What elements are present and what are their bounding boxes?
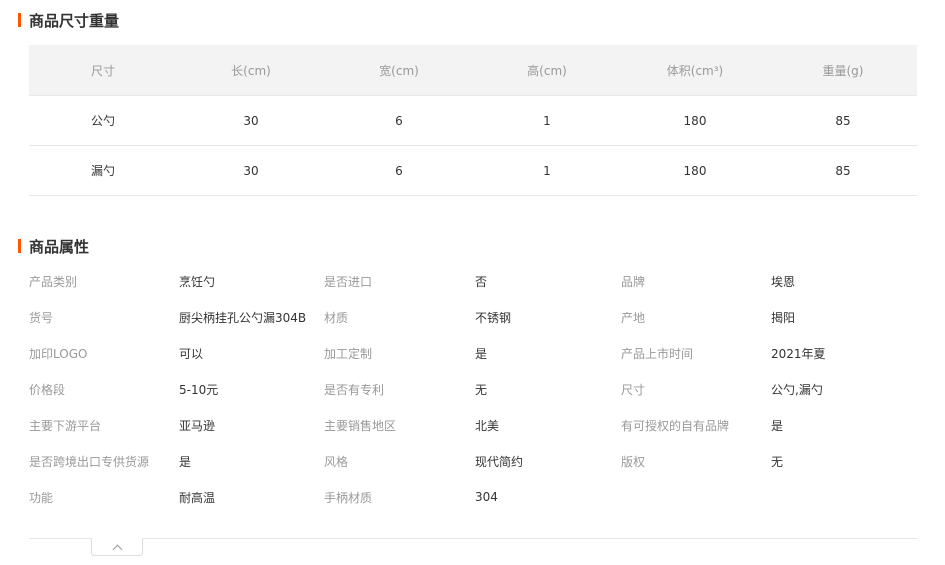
section-accent-bar xyxy=(18,13,21,27)
table-cell: 30 xyxy=(177,95,325,146)
attribute-value: 2021年夏 xyxy=(771,346,826,361)
attribute-value: 揭阳 xyxy=(771,310,796,325)
size-weight-table: 尺寸 长(cm) 宽(cm) 高(cm) 体积(cm³) 重量(g) 公勺 30… xyxy=(29,45,917,196)
table-cell: 30 xyxy=(177,145,325,196)
attribute-label: 货号 xyxy=(29,310,54,325)
attribute-value: 可以 xyxy=(179,346,204,361)
chevron-up-icon xyxy=(112,544,122,554)
table-cell: 漏勺 xyxy=(29,145,177,196)
attribute-label: 主要销售地区 xyxy=(324,418,397,433)
attribute-label: 产品类别 xyxy=(29,274,78,289)
attribute-label: 产地 xyxy=(621,310,646,325)
attribute-label: 产品上市时间 xyxy=(621,346,694,361)
attribute-value: 亚马逊 xyxy=(179,418,216,433)
header-length: 长(cm) xyxy=(177,45,325,96)
attribute-label: 功能 xyxy=(29,490,54,505)
attribute-row: 货号 厨尖柄挂孔公勺漏304B 材质 不锈钢 产地 揭阳 xyxy=(29,299,917,335)
bottom-divider xyxy=(29,538,917,539)
attribute-value: 是 xyxy=(475,346,488,361)
header-size: 尺寸 xyxy=(29,45,177,96)
attribute-label: 风格 xyxy=(324,454,349,469)
attribute-value: 304 xyxy=(475,490,498,504)
attribute-row: 主要下游平台 亚马逊 主要销售地区 北美 有可授权的自有品牌 是 xyxy=(29,407,917,443)
attribute-label: 主要下游平台 xyxy=(29,418,102,433)
attribute-value: 埃恩 xyxy=(771,274,796,289)
attribute-row: 加印LOGO 可以 加工定制 是 产品上市时间 2021年夏 xyxy=(29,335,917,371)
attribute-label: 加工定制 xyxy=(324,346,373,361)
attribute-label: 有可授权的自有品牌 xyxy=(621,418,730,433)
attribute-row: 价格段 5-10元 是否有专利 无 尺寸 公勺,漏勺 xyxy=(29,371,917,407)
attribute-row: 是否跨境出口专供货源 是 风格 现代简约 版权 无 xyxy=(29,443,917,479)
size-section-title-text: 商品尺寸重量 xyxy=(29,11,120,30)
table-cell: 180 xyxy=(621,145,769,196)
attribute-row: 功能 耐高温 手柄材质 304 xyxy=(29,479,917,515)
attr-section-title-text: 商品属性 xyxy=(29,237,90,256)
header-weight: 重量(g) xyxy=(769,45,917,96)
attribute-label: 手柄材质 xyxy=(324,490,373,505)
table-row: 漏勺 30 6 1 180 85 xyxy=(29,145,917,196)
table-cell: 6 xyxy=(325,145,473,196)
table-row: 公勺 30 6 1 180 85 xyxy=(29,95,917,146)
attribute-row: 产品类别 烹饪勺 是否进口 否 品牌 埃恩 xyxy=(29,263,917,299)
attribute-label: 价格段 xyxy=(29,382,66,397)
attribute-value: 不锈钢 xyxy=(475,310,512,325)
table-cell: 85 xyxy=(769,145,917,196)
collapse-button[interactable] xyxy=(91,538,143,556)
attribute-value: 耐高温 xyxy=(179,490,216,505)
attribute-value: 否 xyxy=(475,274,488,289)
attribute-label: 是否跨境出口专供货源 xyxy=(29,454,150,469)
attribute-label: 版权 xyxy=(621,454,646,469)
attribute-label: 品牌 xyxy=(621,274,646,289)
attribute-value: 厨尖柄挂孔公勺漏304B xyxy=(179,310,307,325)
attribute-value: 是 xyxy=(179,454,192,469)
attribute-value: 公勺,漏勺 xyxy=(771,382,823,397)
attribute-value: 北美 xyxy=(475,418,500,433)
attribute-value: 无 xyxy=(771,454,784,469)
attribute-label: 加印LOGO xyxy=(29,346,88,361)
attribute-label: 是否进口 xyxy=(324,274,373,289)
table-cell: 1 xyxy=(473,95,621,146)
attribute-grid: 产品类别 烹饪勺 是否进口 否 品牌 埃恩 货号 厨尖柄挂孔公勺漏304B 材质… xyxy=(29,263,917,515)
table-cell: 1 xyxy=(473,145,621,196)
attribute-value: 无 xyxy=(475,382,488,397)
attribute-value: 5-10元 xyxy=(179,382,219,397)
section-accent-bar xyxy=(18,239,21,253)
header-volume: 体积(cm³) xyxy=(621,45,769,96)
header-height: 高(cm) xyxy=(473,45,621,96)
attribute-value: 烹饪勺 xyxy=(179,274,216,289)
attribute-value: 现代简约 xyxy=(475,454,524,469)
header-width: 宽(cm) xyxy=(325,45,473,96)
attribute-label: 尺寸 xyxy=(621,382,646,397)
attr-section-title: 商品属性 xyxy=(18,237,90,256)
attribute-label: 是否有专利 xyxy=(324,382,385,397)
table-cell: 6 xyxy=(325,95,473,146)
table-cell: 公勺 xyxy=(29,95,177,146)
attribute-label: 材质 xyxy=(324,310,349,325)
table-cell: 85 xyxy=(769,95,917,146)
size-section-title: 商品尺寸重量 xyxy=(18,11,120,30)
table-header-row: 尺寸 长(cm) 宽(cm) 高(cm) 体积(cm³) 重量(g) xyxy=(29,45,917,96)
attribute-value: 是 xyxy=(771,418,784,433)
table-cell: 180 xyxy=(621,95,769,146)
